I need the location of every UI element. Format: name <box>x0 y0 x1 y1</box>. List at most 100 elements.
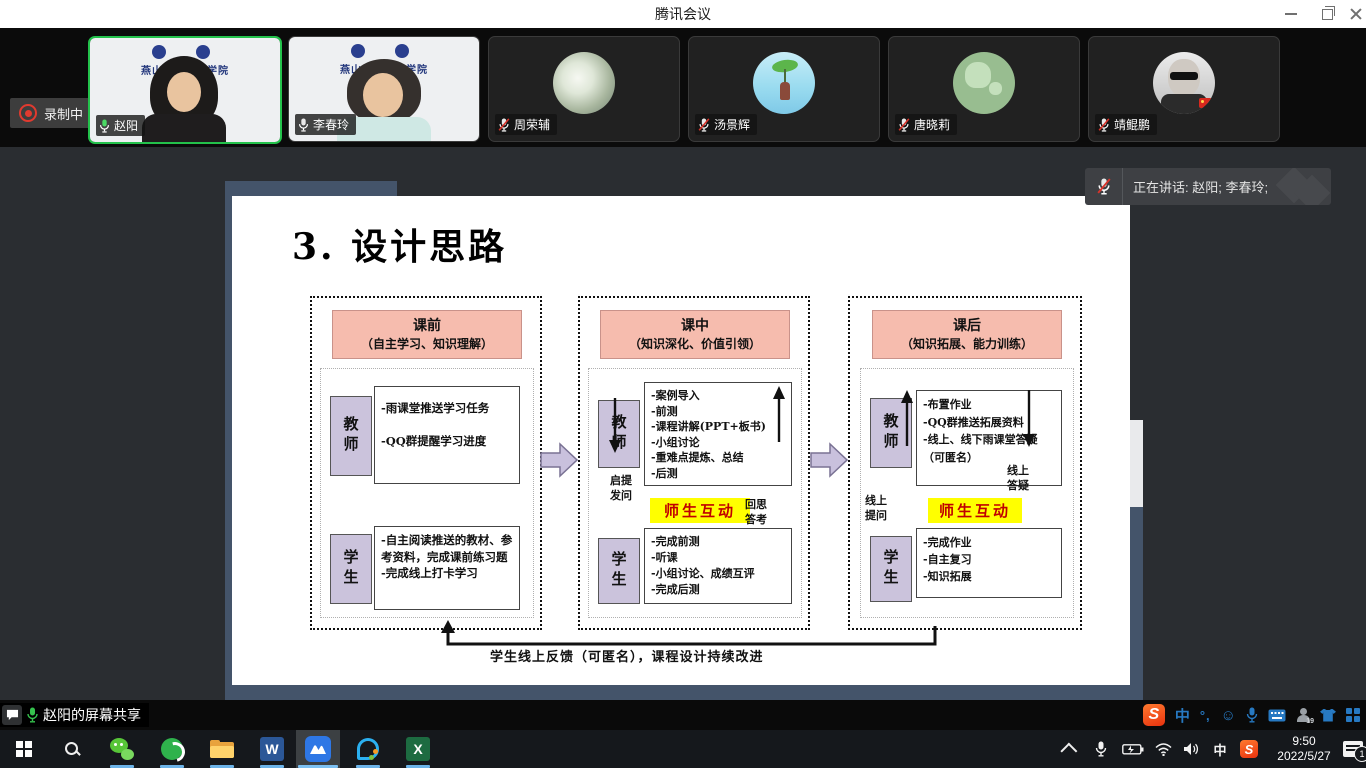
mic-on-icon[interactable] <box>26 707 39 723</box>
flow-arrow-icon <box>540 442 578 478</box>
tencent-meeting-icon <box>305 736 331 762</box>
skin-icon[interactable] <box>1320 709 1336 722</box>
mic-muted-icon <box>1085 168 1123 205</box>
participant-tile-tangjinghui[interactable]: 汤景辉 <box>688 36 880 142</box>
teacher-activities: -案例导入 -前测 -课程讲解(PPT+板书) -小组讨论 -重难点提炼、总结 … <box>644 382 792 486</box>
presentation-scrollbar[interactable] <box>1130 420 1143 507</box>
window-title: 腾讯会议 <box>0 0 1366 28</box>
phase-column-after-class: 课后 （知识拓展、能力训练） 教师 -布置作业 -QQ群推送拓展资料 -线上、线… <box>848 296 1082 630</box>
tray-show-hidden-icons[interactable] <box>1058 730 1084 768</box>
student-activities: -自主阅读推送的教材、参考资料，完成课前练习题 -完成线上打卡学习 <box>374 526 520 610</box>
tray-sogou-icon[interactable]: S <box>1236 730 1262 768</box>
taskbar-app-excel[interactable]: X <box>396 730 440 768</box>
student-activities: -完成作业 -自主复习 -知识拓展 <box>916 528 1062 598</box>
minimize-button[interactable] <box>1276 6 1306 22</box>
presentation-slide: 3. 设计思路 课前 （自主学习、知识理解） 教师 -雨课堂推送学习任务 -QQ… <box>232 196 1130 685</box>
chevron-up-icon <box>1060 743 1077 760</box>
windows-logo-icon <box>16 741 32 757</box>
share-chat-icon[interactable] <box>2 705 22 725</box>
notification-icon: 1 <box>1343 741 1363 757</box>
feedback-note: 学生线上反馈（可匿名），课程设计持续改进 <box>490 646 764 665</box>
tray-battery-icon[interactable] <box>1118 730 1148 768</box>
toolbox-grid-icon[interactable] <box>1346 708 1360 722</box>
tim-qq-icon <box>357 738 379 760</box>
video-strip: 录制中 燕山大学管理学院 赵阳 <box>0 28 1366 147</box>
ime-mode-chinese[interactable]: 中 <box>1175 705 1190 726</box>
phase-column-before-class: 课前 （自主学习、知识理解） 教师 -雨课堂推送学习任务 -QQ群提醒学习进度 … <box>310 296 542 630</box>
teacher-role-box: 教师 <box>330 396 372 476</box>
phase-header: 课后 （知识拓展、能力训练） <box>872 310 1062 359</box>
voice-input-icon[interactable] <box>1246 707 1258 723</box>
participant-tile-zhaoyang[interactable]: 燕山大学管理学院 赵阳 <box>88 36 282 144</box>
participant-tile-zhourongfu[interactable]: 周荣辅 <box>488 36 680 142</box>
record-icon <box>19 104 37 122</box>
mic-muted-icon <box>1098 118 1110 132</box>
participant-tile-tangxiaoli[interactable]: 唐晓莉 <box>888 36 1080 142</box>
arrow-label-online-question: 线上 提问 <box>856 494 896 524</box>
participant-nameplate: 赵阳 <box>96 115 145 136</box>
presentation-frame-left <box>225 196 232 700</box>
tray-clock[interactable]: 9:50 2022/5/27 <box>1268 730 1340 768</box>
tray-wifi-icon[interactable] <box>1150 730 1176 768</box>
taskbar-app-tim-qq[interactable] <box>346 730 390 768</box>
folder-icon <box>210 740 234 758</box>
close-icon <box>1350 8 1362 20</box>
mic-on-icon <box>99 119 110 133</box>
taskbar-app-tencent-meeting[interactable] <box>296 730 340 768</box>
student-role-box: 学生 <box>598 538 640 604</box>
university-logo-icon <box>395 44 409 58</box>
participant-tile-jingkunpeng[interactable]: 靖鲲鹏 <box>1088 36 1280 142</box>
start-button[interactable] <box>2 730 46 768</box>
mic-on-icon <box>298 118 309 132</box>
taskbar: W X 中 S 9:50 2022/5/27 1 <box>0 730 1366 768</box>
participant-name: 赵阳 <box>114 117 138 134</box>
emoji-icon[interactable]: ☺ <box>1221 707 1236 724</box>
taskbar-search-button[interactable] <box>50 730 94 768</box>
student-activities: -完成前测 -听课 -小组讨论、成绩互评 -完成后测 <box>644 528 792 604</box>
teacher-activities: -雨课堂推送学习任务 -QQ群提醒学习进度 <box>374 386 520 484</box>
university-logo-icon <box>152 45 166 59</box>
avatar <box>553 52 615 114</box>
restore-button[interactable] <box>1312 6 1342 22</box>
tray-date: 2022/5/27 <box>1277 749 1330 764</box>
presentation-frame-bottom <box>225 685 1143 700</box>
mic-muted-icon <box>698 118 710 132</box>
tray-time: 9:50 <box>1292 734 1315 749</box>
screen: 腾讯会议 录制中 燕山大学管理学院 <box>0 0 1366 768</box>
tray-mic-icon[interactable] <box>1088 730 1114 768</box>
phase-column-in-class: 课中 （知识深化、价值引领） 教师 -案例导入 -前测 -课程讲解(PPT+板书… <box>578 296 810 630</box>
close-button[interactable] <box>1346 6 1366 22</box>
green-utility-icon <box>161 738 183 760</box>
participant-nameplate: 李春玲 <box>295 114 356 135</box>
sogou-ime-toolbar: S 中 °, ☺ 19 <box>1143 702 1360 728</box>
taskbar-app-file-explorer[interactable] <box>200 730 244 768</box>
taskbar-app-word[interactable]: W <box>250 730 294 768</box>
interaction-highlight: 师生互动 <box>650 498 750 523</box>
tray-ime-indicator[interactable]: 中 <box>1208 730 1232 768</box>
tray-volume-icon[interactable] <box>1178 730 1204 768</box>
window-titlebar: 腾讯会议 <box>0 0 1366 28</box>
participant-name: 唐晓莉 <box>914 116 950 133</box>
avatar <box>1153 52 1215 114</box>
search-icon <box>64 741 80 757</box>
speaking-indicator: 正在讲话: 赵阳; 李春玲; <box>1085 168 1331 205</box>
taskbar-app-green-utility[interactable] <box>150 730 194 768</box>
login-account-icon[interactable]: 19 <box>1296 708 1310 722</box>
soft-keyboard-icon[interactable] <box>1268 709 1286 722</box>
punctuation-toggle[interactable]: °, <box>1200 708 1211 723</box>
arrow-label-answer-think: 回思 答考 <box>736 498 776 528</box>
tray-action-center[interactable]: 1 <box>1340 730 1366 768</box>
flag-badge-icon <box>1199 98 1212 108</box>
mic-muted-icon <box>498 118 510 132</box>
taskbar-app-wechat[interactable] <box>100 730 144 768</box>
minimize-icon <box>1285 13 1297 15</box>
word-icon: W <box>260 737 284 761</box>
sogou-logo-icon[interactable]: S <box>1143 704 1165 726</box>
wechat-icon <box>110 738 134 760</box>
slide-title: 3. 设计思路 <box>292 218 507 270</box>
flow-arrow-icon <box>810 442 848 478</box>
participant-tile-lichunling[interactable]: 燕山大学管理学院 李春玲 <box>288 36 480 142</box>
notification-badge: 1 <box>1354 746 1366 762</box>
down-arrow-icon <box>1022 390 1036 448</box>
teacher-activities: -布置作业 -QQ群推送拓展资料 -线上、线下雨课堂答疑（可匿名） <box>916 390 1062 486</box>
